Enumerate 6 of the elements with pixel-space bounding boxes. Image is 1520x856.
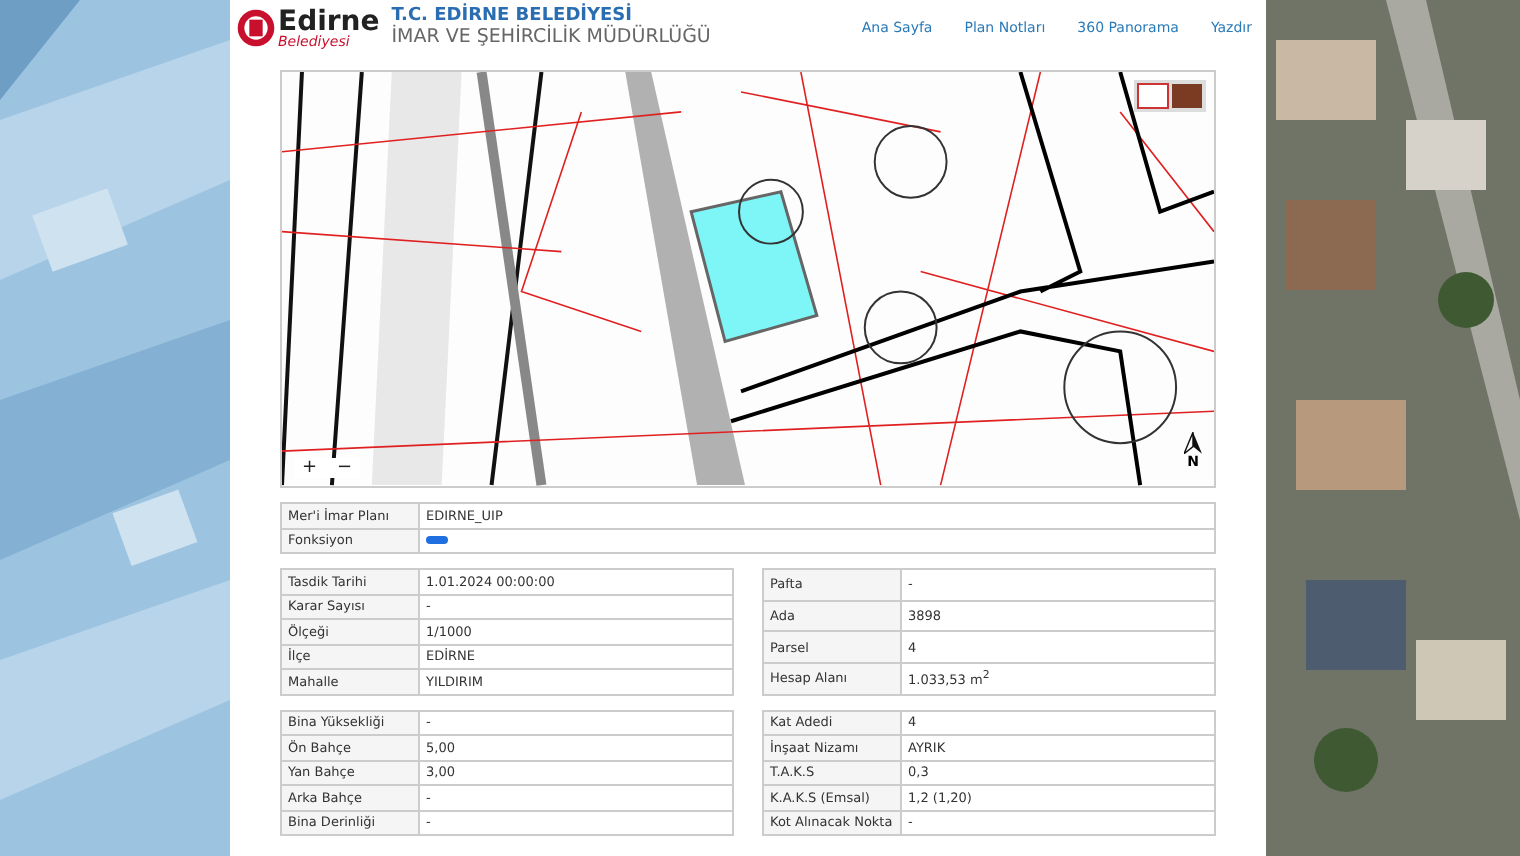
logo-text: Edirne bbox=[278, 7, 380, 36]
layer-switcher-icon[interactable] bbox=[1134, 80, 1206, 113]
north-arrow-icon bbox=[1184, 432, 1202, 454]
logo-icon bbox=[236, 8, 276, 49]
site-title: T.C. EDİRNE BELEDİYESİ bbox=[391, 8, 633, 27]
department-title: İMAR VE ŞEHİRCİLİK MÜDÜRLÜĞÜ bbox=[391, 27, 711, 49]
